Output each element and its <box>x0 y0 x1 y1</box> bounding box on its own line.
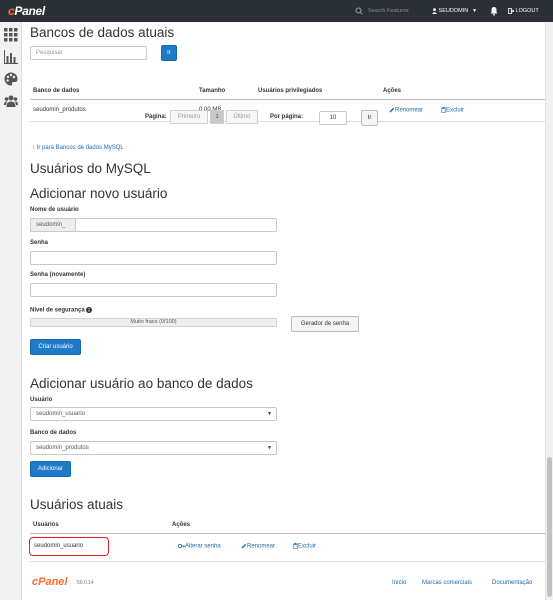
rename-user-link[interactable]: Renomear <box>241 543 275 550</box>
goto-mysql-databases-link[interactable]: ↑ Ir para Bancos de dados MySQL <box>32 145 124 151</box>
users-icon[interactable] <box>4 94 18 108</box>
dropdown-arrow-icon: ▼ <box>267 411 272 417</box>
mysql-users-title: Usuários do MySQL <box>30 161 151 176</box>
palette-icon[interactable] <box>4 72 18 86</box>
add-user-to-db-button[interactable]: Adicionar <box>30 461 71 477</box>
table-header-divider <box>30 99 545 100</box>
col-user-actions: Ações <box>172 522 191 528</box>
search-placeholder: Search Features <box>368 8 409 14</box>
user-select-label: Usuário <box>30 397 53 403</box>
password-again-input[interactable] <box>30 283 277 297</box>
bell-icon[interactable] <box>490 6 498 16</box>
pager-page-label: Página: <box>145 114 167 120</box>
database-select-label: Banco de dados <box>30 430 77 436</box>
version-text: 56.0.14 <box>77 580 94 586</box>
password-again-label: Senha (novamente) <box>30 272 86 278</box>
footer-trademarks-link[interactable]: Marcas comerciais <box>422 580 472 586</box>
password-generator-button[interactable]: Gerador de senha <box>291 316 359 332</box>
info-icon[interactable] <box>86 307 93 313</box>
arrow-up-icon: ↑ <box>32 145 35 151</box>
user-icon <box>432 7 437 14</box>
pager-current[interactable]: 1 <box>210 110 224 124</box>
table-row-divider <box>30 121 545 122</box>
delete-user-link[interactable]: Excluir <box>293 543 316 550</box>
database-search-input[interactable]: Pesquisar <box>30 46 147 60</box>
add-user-title: Adicionar novo usuário <box>30 186 168 201</box>
search-icon <box>355 7 363 15</box>
per-page-input[interactable]: 10 <box>319 111 347 125</box>
caret-down-icon: ▼ <box>472 8 478 14</box>
bar-chart-icon[interactable] <box>4 50 18 64</box>
add-user-to-db-title: Adicionar usuário ao banco de dados <box>30 376 253 391</box>
database-name: seudomin_produtos <box>33 107 86 113</box>
pager-first[interactable]: Primeiro <box>170 110 208 124</box>
current-users-title: Usuários atuais <box>30 497 124 512</box>
col-actions: Ações <box>383 88 402 94</box>
username-prefix: seudomin_ <box>30 218 75 232</box>
logout-label: LOGOUT <box>515 8 539 14</box>
dropdown-arrow-icon: ▼ <box>267 445 272 451</box>
per-page-go-button[interactable]: Ir <box>361 110 378 126</box>
top-bar: cPanel Search Features SEUDOMIN ▼ LOGOUT <box>0 0 553 22</box>
user-select[interactable]: seudomin_usuario ▼ <box>30 407 277 421</box>
per-page-label: Por página: <box>270 114 304 120</box>
password-strength-meter: Muito fraco (0/100) <box>30 318 277 327</box>
col-database: Banco de dados <box>33 88 80 94</box>
create-user-button[interactable]: Criar usuário <box>30 339 81 355</box>
database-select[interactable]: seudomin_produtos ▼ <box>30 441 277 455</box>
delete-database-link[interactable]: Excluir <box>441 107 464 114</box>
strength-label-row: Nível de segurança <box>30 307 93 314</box>
user-name: SEUDOMIN <box>438 8 469 14</box>
password-label: Senha <box>30 240 49 246</box>
footer-home-link[interactable]: Início <box>392 580 406 586</box>
key-icon <box>178 544 185 548</box>
databases-title: Bancos de dados atuais <box>30 25 175 40</box>
main-content: Bancos de dados atuais Pesquisar Ir Banc… <box>22 22 545 600</box>
col-users: Usuários <box>33 522 59 528</box>
vertical-scrollbar[interactable] <box>545 22 553 600</box>
password-input[interactable] <box>30 251 277 265</box>
pager-last[interactable]: Último <box>226 110 258 124</box>
change-password-link[interactable]: Alterar senha <box>178 543 221 550</box>
scrollbar-thumb[interactable] <box>547 457 552 597</box>
logout-button[interactable]: LOGOUT <box>508 0 539 22</box>
col-privileged-users: Usuários privilegiados <box>258 88 323 94</box>
sidebar <box>0 22 22 600</box>
logout-icon <box>508 7 514 14</box>
rename-database-link[interactable]: Renomear <box>389 107 423 114</box>
username-label: Nome de usuário <box>30 207 79 213</box>
database-search-button[interactable]: Ir <box>161 45 177 61</box>
user-menu[interactable]: SEUDOMIN ▼ <box>432 0 477 22</box>
username-input[interactable] <box>75 218 277 232</box>
col-size: Tamanho <box>199 88 226 94</box>
footer-docs-link[interactable]: Documentação <box>492 580 532 586</box>
users-row-divider <box>30 561 545 562</box>
users-table-header-divider <box>30 533 545 534</box>
feature-search[interactable]: Search Features <box>355 5 417 18</box>
highlighted-user-outline <box>29 537 109 556</box>
grid-icon[interactable] <box>4 28 18 42</box>
cpanel-logo[interactable]: cPanel <box>8 4 45 18</box>
footer-logo[interactable]: cPanel <box>32 576 67 588</box>
